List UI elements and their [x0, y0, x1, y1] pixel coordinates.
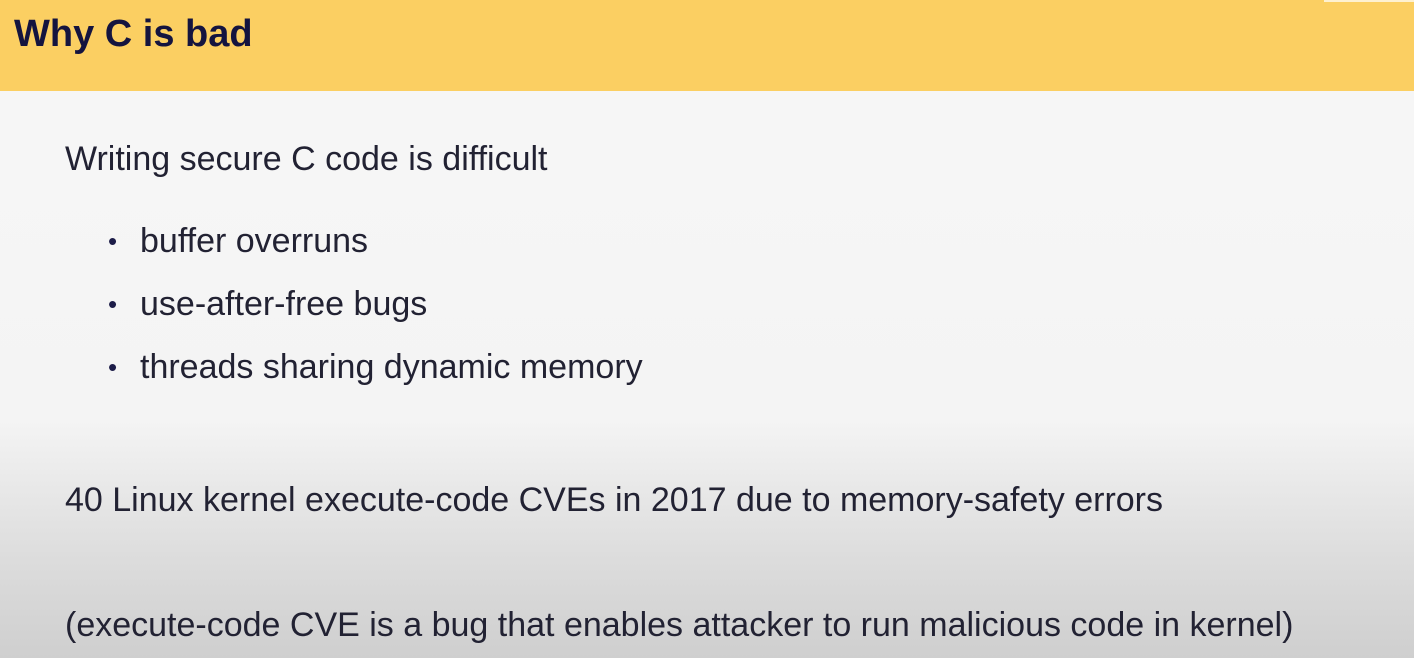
bullet-icon: •	[108, 289, 118, 319]
slide-title: Why C is bad	[14, 13, 253, 55]
lead-text: Writing secure C code is difficult	[65, 140, 548, 178]
bullet-label: threads sharing dynamic memory	[140, 348, 643, 386]
bullet-label: buffer overruns	[140, 222, 369, 260]
bullet-icon: •	[108, 226, 118, 256]
title-bar: Why C is bad	[0, 0, 1414, 91]
bullet-label: use-after-free bugs	[140, 285, 428, 323]
footnote-text: (execute-code CVE is a bug that enables …	[65, 606, 1294, 644]
bullet-icon: •	[108, 352, 118, 382]
stat-text: 40 Linux kernel execute-code CVEs in 201…	[65, 481, 1163, 519]
title-bar-edge-highlight	[1324, 0, 1414, 2]
